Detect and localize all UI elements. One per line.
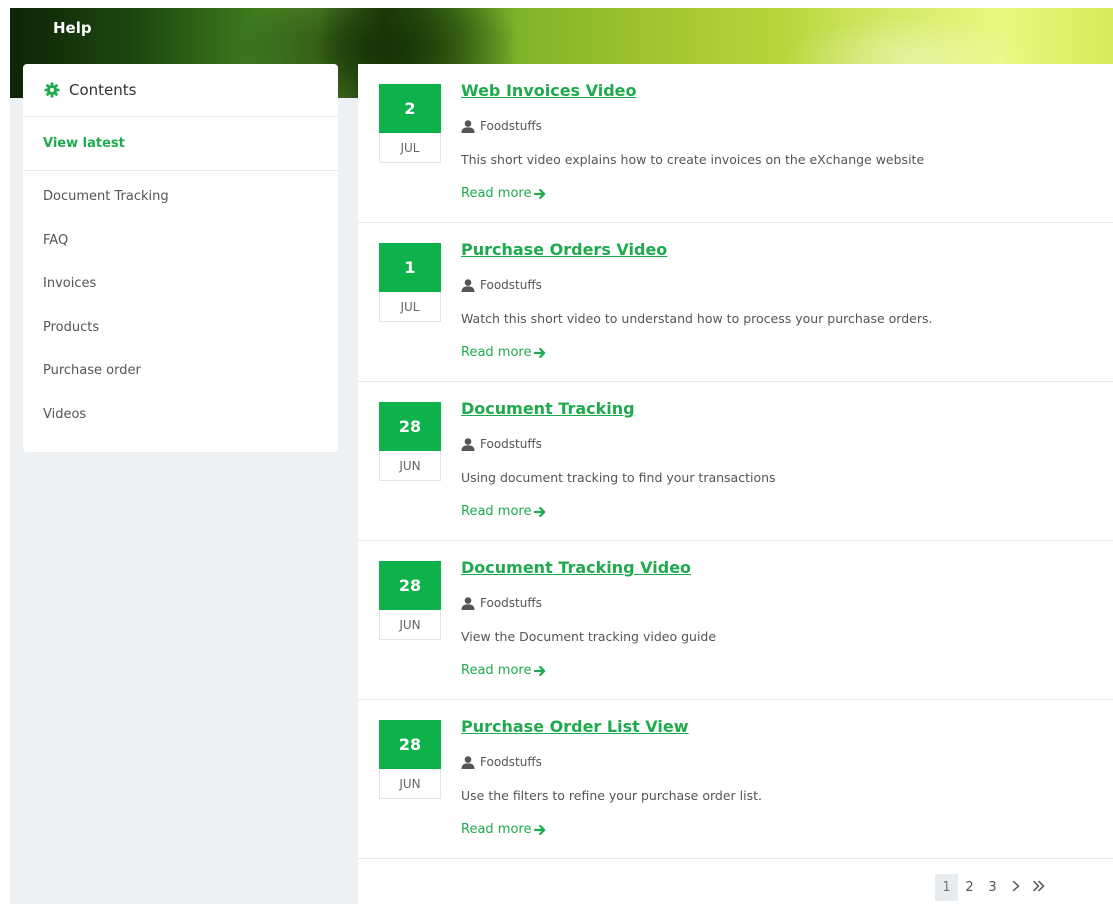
read-more-link[interactable]: Read more (461, 345, 546, 360)
date-badge: 2 JUL (379, 84, 441, 163)
read-more-label: Read more (461, 345, 532, 360)
page: Help Contents View latest Document Track… (10, 8, 1113, 904)
read-more-link[interactable]: Read more (461, 663, 546, 678)
arrow-right-icon (534, 347, 546, 359)
date-day: 28 (379, 561, 441, 610)
post-description: Watch this short video to understand how… (461, 311, 933, 326)
arrow-right-icon (534, 506, 546, 518)
date-month: JUN (379, 769, 441, 799)
sidebar-item-document-tracking[interactable]: Document Tracking (23, 188, 338, 232)
date-day: 1 (379, 243, 441, 292)
user-icon (461, 119, 475, 133)
post-item: 28 JUN Document Tracking Foodstuffs Usin… (358, 382, 1113, 541)
page-1-button[interactable]: 1 (935, 874, 958, 901)
date-day: 2 (379, 84, 441, 133)
arrow-right-icon (534, 188, 546, 200)
post-list: 2 JUL Web Invoices Video Foodstuffs This… (358, 64, 1113, 904)
author-name: Foodstuffs (480, 596, 542, 610)
date-badge: 28 JUN (379, 402, 441, 481)
sidebar-item-purchase-order[interactable]: Purchase order (23, 362, 338, 406)
post-title-link[interactable]: Document Tracking (461, 399, 635, 418)
post-item: 1 JUL Purchase Orders Video Foodstuffs W… (358, 223, 1113, 382)
post-author: Foodstuffs (461, 119, 542, 133)
date-month: JUN (379, 610, 441, 640)
user-icon (461, 596, 475, 610)
last-page-button[interactable] (1027, 874, 1050, 901)
post-title-link[interactable]: Document Tracking Video (461, 558, 691, 577)
category-list: Document Tracking FAQ Invoices Products … (23, 171, 338, 449)
page-title: Help (53, 19, 92, 37)
author-name: Foodstuffs (480, 755, 542, 769)
read-more-label: Read more (461, 504, 532, 519)
post-author: Foodstuffs (461, 596, 542, 610)
author-name: Foodstuffs (480, 278, 542, 292)
date-month: JUL (379, 292, 441, 322)
post-author: Foodstuffs (461, 278, 542, 292)
post-title-link[interactable]: Web Invoices Video (461, 81, 637, 100)
user-icon (461, 755, 475, 769)
author-name: Foodstuffs (480, 119, 542, 133)
date-badge: 28 JUN (379, 720, 441, 799)
page-3-button[interactable]: 3 (981, 874, 1004, 901)
post-description: View the Document tracking video guide (461, 629, 717, 644)
date-day: 28 (379, 720, 441, 769)
post-description: Use the filters to refine your purchase … (461, 788, 762, 803)
author-name: Foodstuffs (480, 437, 542, 451)
sidebar-item-faq[interactable]: FAQ (23, 232, 338, 276)
post-author: Foodstuffs (461, 437, 542, 451)
arrow-right-icon (534, 824, 546, 836)
date-month: JUL (379, 133, 441, 163)
post-title-link[interactable]: Purchase Order List View (461, 717, 689, 736)
post-item: 28 JUN Document Tracking Video Foodstuff… (358, 541, 1113, 700)
date-day: 28 (379, 402, 441, 451)
read-more-link[interactable]: Read more (461, 822, 546, 837)
post-title-link[interactable]: Purchase Orders Video (461, 240, 667, 259)
read-more-link[interactable]: Read more (461, 504, 546, 519)
chevron-right-icon (1011, 880, 1021, 896)
post-description: Using document tracking to find your tra… (461, 470, 776, 485)
sidebar-title: Contents (69, 81, 137, 99)
sidebar-item-invoices[interactable]: Invoices (23, 275, 338, 319)
post-author: Foodstuffs (461, 755, 542, 769)
double-chevron-right-icon (1032, 880, 1046, 896)
pagination: 1 2 3 (935, 874, 1050, 901)
user-icon (461, 437, 475, 451)
view-latest-link[interactable]: View latest (23, 117, 338, 171)
arrow-right-icon (534, 665, 546, 677)
post-item: 28 JUN Purchase Order List View Foodstuf… (358, 700, 1113, 859)
sidebar-item-videos[interactable]: Videos (23, 406, 338, 450)
date-badge: 28 JUN (379, 561, 441, 640)
read-more-label: Read more (461, 822, 532, 837)
read-more-label: Read more (461, 186, 532, 201)
post-description: This short video explains how to create … (461, 152, 925, 167)
contents-sidebar: Contents View latest Document Tracking F… (23, 64, 338, 452)
user-icon (461, 278, 475, 292)
read-more-link[interactable]: Read more (461, 186, 546, 201)
post-item: 2 JUL Web Invoices Video Foodstuffs This… (358, 64, 1113, 223)
next-page-button[interactable] (1004, 874, 1027, 901)
sidebar-header: Contents (23, 64, 338, 117)
sidebar-item-products[interactable]: Products (23, 319, 338, 363)
date-month: JUN (379, 451, 441, 481)
page-2-button[interactable]: 2 (958, 874, 981, 901)
gear-icon (44, 82, 60, 98)
read-more-label: Read more (461, 663, 532, 678)
date-badge: 1 JUL (379, 243, 441, 322)
